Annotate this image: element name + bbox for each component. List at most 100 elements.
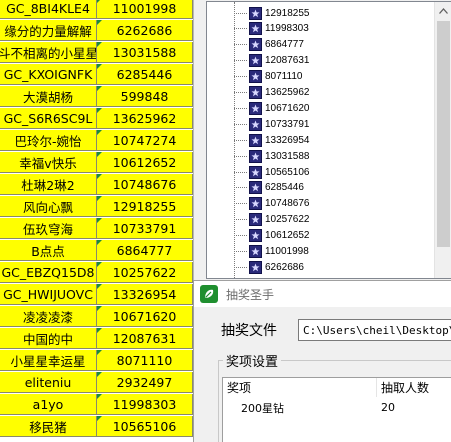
number-cell[interactable]: 10671620	[97, 306, 193, 327]
name-cell[interactable]: 伍玖穹海	[0, 218, 97, 239]
number-cell[interactable]: 10565106	[97, 416, 193, 437]
number-cell-text: 6262686	[116, 22, 173, 38]
tree-item-label: 6864777	[265, 39, 304, 51]
tree-item-label: 10733791	[265, 118, 310, 130]
tree-item-label: 6262686	[265, 261, 304, 273]
number-cell[interactable]: 2932497	[97, 372, 193, 393]
tree-item[interactable]: 12918255	[234, 5, 434, 21]
number-cell[interactable]: 10748676	[97, 174, 193, 195]
number-cell[interactable]: 6285446	[97, 64, 193, 85]
number-cell[interactable]: 8071110	[97, 350, 193, 371]
prize-row[interactable]: 200星钻 20	[223, 397, 451, 418]
number-cell[interactable]: 10257622	[97, 262, 193, 283]
tree-item[interactable]: 12087631	[234, 53, 434, 69]
tree-item[interactable]: 10748676	[234, 196, 434, 212]
tree-item[interactable]: 11998303	[234, 21, 434, 37]
tree-node-icon	[249, 213, 262, 227]
number-cell[interactable]: 13326954	[97, 284, 193, 305]
comment-marker-icon	[97, 108, 102, 113]
scroll-up-button[interactable]	[435, 2, 451, 19]
sheet-row: 大漠胡杨 599848	[0, 86, 193, 107]
name-cell[interactable]: 杜琳2琳2	[0, 174, 97, 195]
number-cell-text: 10257622	[112, 264, 177, 280]
sheet-row: 巴玲尔-婉怡 10747274	[0, 130, 193, 151]
name-cell[interactable]: a1yo	[0, 394, 97, 415]
number-cell[interactable]: 6262686	[97, 20, 193, 41]
tree-item-label: 10612652	[265, 230, 310, 242]
dialog-titlebar[interactable]: 抽奖圣手	[194, 281, 451, 307]
number-cell-text: 10748676	[112, 176, 177, 192]
number-cell[interactable]: 11998303	[97, 394, 193, 415]
tree-item[interactable]: 10565106	[234, 164, 434, 180]
tree-item-label: 11001998	[265, 246, 309, 257]
tree-item[interactable]: 10733791	[234, 116, 434, 132]
name-cell[interactable]: GC_S6R6SC9L	[0, 108, 97, 129]
name-cell[interactable]: B点点	[0, 240, 97, 261]
prize-table[interactable]: 奖项 抽取人数 200星钻 20	[222, 377, 451, 442]
tree-item[interactable]: 13326954	[234, 132, 434, 148]
name-cell[interactable]: GC_HWIJUOVC	[0, 284, 97, 305]
sheet-row: 杜琳2琳2 10748676	[0, 174, 193, 195]
scroll-thumb[interactable]	[437, 21, 450, 247]
name-cell[interactable]: eliteniu	[0, 372, 97, 393]
prize-settings-label: 奖项设置	[223, 351, 282, 370]
tree-node-icon	[249, 260, 262, 274]
name-cell[interactable]: 斗不相离的小星星	[0, 42, 97, 63]
comment-marker-icon	[97, 196, 102, 201]
number-cell[interactable]: 6864777	[97, 240, 193, 261]
name-cell[interactable]: GC_KXOIGNFK	[0, 64, 97, 85]
prize-count-cell: 20	[381, 401, 395, 414]
tree-scrollbar[interactable]	[434, 2, 451, 278]
column-header-prize[interactable]: 奖项	[223, 378, 377, 397]
number-cell[interactable]: 12918255	[97, 196, 193, 217]
tree-node-icon	[249, 117, 262, 131]
tree-item[interactable]: 13625962	[234, 85, 434, 101]
tree-view[interactable]: 12918255 11998303 6864777 12087631 8071110 13…	[206, 1, 451, 279]
name-cell[interactable]: 大漠胡杨	[0, 86, 97, 107]
tree-item[interactable]: 8071110	[234, 69, 434, 85]
tree-item[interactable]: 11001998	[234, 244, 434, 260]
name-cell[interactable]: 小星星幸运星	[0, 350, 97, 371]
number-cell[interactable]: 10747274	[97, 130, 193, 151]
tree-connector	[234, 28, 247, 30]
tree-item-label: 12087631	[265, 55, 310, 67]
name-cell[interactable]: 移民猪	[0, 416, 97, 437]
name-cell[interactable]: 巴玲尔-婉怡	[0, 130, 97, 151]
spreadsheet-grid: GC_8BI4KLE4 11001998 缘分的力量解解 6262686 斗不相离的小星…	[0, 0, 193, 442]
number-cell[interactable]: 10733791	[97, 218, 193, 239]
number-cell[interactable]: 11001998	[97, 0, 193, 19]
number-cell[interactable]: 599848	[97, 86, 193, 107]
tree-item[interactable]: 6262686	[234, 259, 434, 275]
name-cell[interactable]: 缘分的力量解解	[0, 20, 97, 41]
app-icon	[200, 285, 218, 303]
column-header-count[interactable]: 抽取人数	[377, 378, 451, 397]
name-cell[interactable]: 幸福v快乐	[0, 152, 97, 173]
tree-item[interactable]: 10671620	[234, 100, 434, 116]
lottery-file-input[interactable]	[298, 319, 451, 341]
tree-item[interactable]: 13031588	[234, 148, 434, 164]
name-cell[interactable]: 中国的中	[0, 328, 97, 349]
tree-connector	[234, 139, 247, 141]
number-cell[interactable]: 13031588	[97, 42, 193, 63]
name-cell[interactable]: GC_8BI4KLE4	[0, 0, 97, 19]
name-cell[interactable]: GC_EBZQ15D8	[0, 262, 97, 283]
tree-item[interactable]: 10612652	[234, 228, 434, 244]
chevron-up-icon	[439, 7, 448, 14]
tree-node-icon	[249, 6, 262, 20]
number-cell-text: 10733791	[112, 220, 177, 236]
number-cell[interactable]: 13625962	[97, 108, 193, 129]
tree-connector	[234, 203, 247, 205]
tree-item[interactable]: 6864777	[234, 37, 434, 53]
number-cell[interactable]: 12087631	[97, 328, 193, 349]
sheet-row: 凌凌凌漆 10671620	[0, 306, 193, 327]
tree-item[interactable]: 6285446	[234, 180, 434, 196]
name-cell[interactable]: 凌凌凌漆	[0, 306, 97, 327]
tree-item-label: 8071110	[265, 71, 303, 83]
number-cell[interactable]: 10612652	[97, 152, 193, 173]
sheet-row: a1yo 11998303	[0, 394, 193, 415]
sheet-row: 伍玖穹海 10733791	[0, 218, 193, 239]
name-cell[interactable]: 风向心飘	[0, 196, 97, 217]
tree-item[interactable]: 10257622	[234, 212, 434, 228]
number-cell-text: 2932497	[116, 374, 173, 390]
tree-node-icon	[249, 38, 262, 52]
